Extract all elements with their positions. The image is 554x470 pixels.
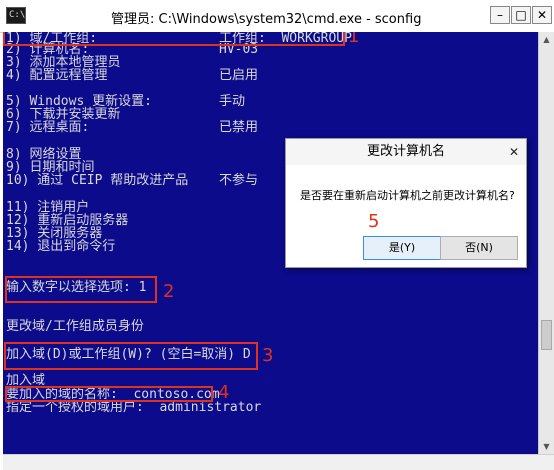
menu-item-remote-desktop: 7) 远程桌面: (6, 120, 90, 135)
annotation-number-1: 1 (348, 32, 360, 47)
annotation-box-2 (5, 276, 157, 303)
minimize-button[interactable]: – (490, 6, 510, 24)
dialog-title: 更改计算机名 (366, 144, 445, 159)
annotation-number-3: 3 (262, 345, 274, 366)
scroll-thumb[interactable] (541, 320, 552, 350)
menu-item-exit: 14) 退出到命令行 (6, 239, 116, 254)
menu-value-remote-mgmt: 已启用 (219, 68, 259, 83)
cmd-icon: C:\ (6, 7, 26, 24)
menu-value-ceip: 不参与 (219, 173, 259, 188)
yes-button[interactable]: 是(Y) (363, 236, 441, 260)
window-titlebar: C:\ 管理员: C:\Windows\system32\cmd.exe - s… (0, 0, 554, 33)
window-title: 管理员: C:\Windows\system32\cmd.exe - sconf… (111, 12, 422, 27)
scroll-up-icon[interactable]: ▲ (539, 32, 554, 47)
annotation-box-1 (3, 32, 345, 46)
dialog-message: 是否要在重新启动计算机之前更改计算机名? (300, 189, 515, 202)
dialog-close-icon[interactable]: ✕ (505, 143, 523, 161)
bottom-frame (3, 454, 554, 470)
annotation-number-5: 5 (368, 211, 380, 232)
vertical-scrollbar[interactable]: ▲ ▼ (538, 32, 554, 454)
menu-value-update-settings: 手动 (219, 94, 246, 109)
annotation-number-4: 4 (218, 382, 230, 403)
rename-dialog: 更改计算机名 ✕ 是否要在重新启动计算机之前更改计算机名? 是(Y) 否(N) (285, 138, 527, 268)
close-button[interactable]: ✕ (532, 6, 552, 24)
no-button[interactable]: 否(N) (440, 236, 518, 260)
prompt-change-membership: 更改域/工作组成员身份 (6, 319, 144, 334)
menu-value-remote-desktop: 已禁用 (219, 120, 259, 135)
annotation-box-4 (5, 386, 213, 402)
menu-item-remote-mgmt: 4) 配置远程管理 (6, 68, 108, 83)
dialog-body: 是否要在重新启动计算机之前更改计算机名? 是(Y) 否(N) (286, 165, 526, 267)
scroll-down-icon[interactable]: ▼ (539, 439, 554, 454)
annotation-box-3 (4, 342, 258, 370)
maximize-button[interactable]: □ (511, 6, 531, 24)
prompt-auth-user: 指定一个授权的域用户: administrator (6, 400, 262, 415)
menu-item-ceip: 10) 通过 CEIP 帮助改进产品 (6, 173, 189, 188)
annotation-number-2: 2 (163, 281, 175, 302)
